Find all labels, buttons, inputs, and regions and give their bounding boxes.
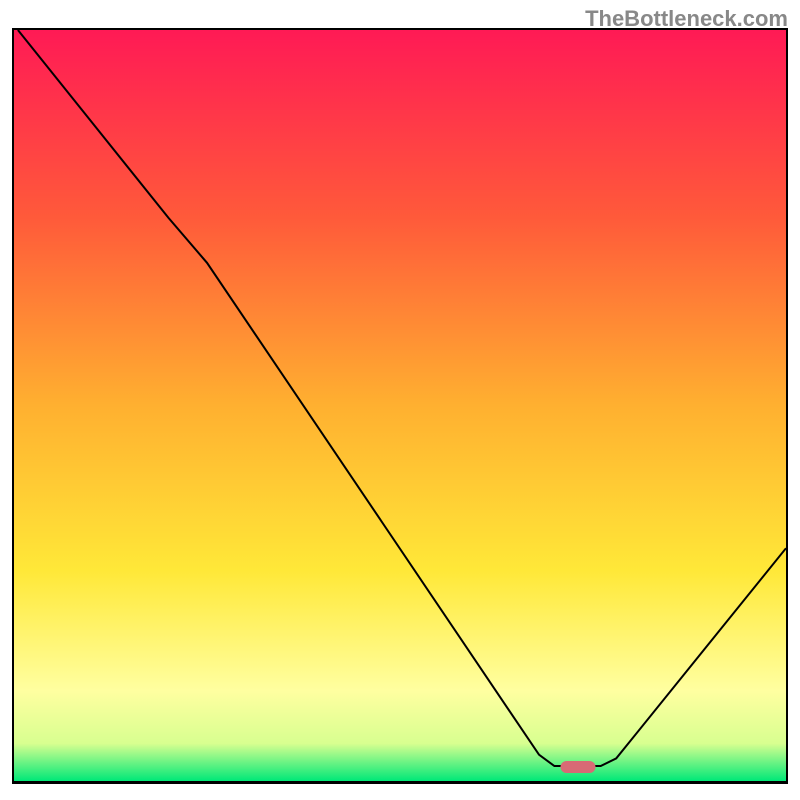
chart-svg xyxy=(14,30,786,781)
chart-background xyxy=(14,30,786,781)
chart-frame xyxy=(12,28,788,784)
optimal-marker xyxy=(560,761,595,773)
watermark-text: TheBottleneck.com xyxy=(585,6,788,32)
